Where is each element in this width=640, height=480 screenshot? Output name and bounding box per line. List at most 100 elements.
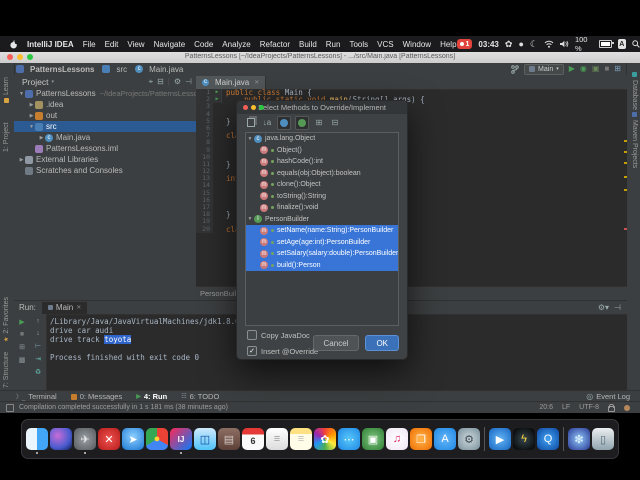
editor-tab-main-java[interactable]: c Main.java ✕ — [196, 76, 267, 89]
menu-run[interactable]: Run — [326, 40, 341, 49]
toolwindow-database[interactable]: Database — [631, 72, 638, 110]
cancel-button[interactable]: Cancel — [312, 335, 360, 351]
minimize-window-button[interactable] — [17, 54, 23, 60]
dock-icon-notes[interactable]: ≡ — [290, 428, 312, 450]
stop-process-button[interactable]: ■ — [20, 331, 24, 338]
collapse-all-icon[interactable]: ⊟ — [157, 77, 164, 86]
method-item[interactable]: m finalize():void — [246, 202, 398, 214]
method-item[interactable]: m setSalary(salary:double):PersonBuilder — [246, 248, 398, 260]
method-item[interactable]: m build():Person — [246, 259, 398, 271]
dock-icon-launchpad[interactable]: ✈ — [74, 428, 96, 454]
line-ending-indicator[interactable]: LF — [562, 404, 570, 411]
menu-window[interactable]: Window — [403, 40, 431, 49]
dialog-minimize-button[interactable] — [251, 105, 256, 110]
close-window-button[interactable] — [7, 54, 13, 60]
method-item[interactable]: m toString():String — [246, 191, 398, 203]
tree-item-patternslessons[interactable]: ▼ PatternsLessons ~/IdeaProjects/PatternsL… — [14, 88, 196, 99]
readonly-lock-icon[interactable] — [608, 403, 615, 412]
settings-gear-icon[interactable]: ⚙ — [174, 77, 181, 86]
menu-analyze[interactable]: Analyze — [222, 40, 250, 49]
run-settings-gear-icon[interactable]: ⚙▾ — [598, 303, 609, 312]
dock-icon-zoom-app[interactable]: ▶ — [489, 428, 511, 450]
input-source-indicator[interactable]: A — [617, 39, 626, 49]
keyboard-brightness-icon[interactable]: ✿ — [505, 39, 513, 49]
menu-vcs[interactable]: VCS — [377, 40, 393, 49]
hide-run-panel-icon[interactable]: ⊣ — [614, 303, 621, 312]
methods-tree[interactable]: ▼ c java.lang.Object m Object() m hashCode():i… — [245, 132, 399, 326]
show-classes-toggle[interactable] — [277, 115, 291, 130]
dock-icon-system-preferences[interactable]: ⚙ — [458, 428, 480, 450]
toolwindow-toggle-icon[interactable] — [6, 403, 14, 412]
menu-view[interactable]: View — [127, 40, 144, 49]
dock-icon-red-app[interactable]: ✕ — [98, 428, 120, 450]
encoding-indicator[interactable]: UTF-8 — [579, 404, 599, 411]
battery-icon[interactable] — [598, 40, 614, 48]
toolwindow-learn[interactable]: Learn — [3, 77, 10, 103]
toolwindow-button-messages[interactable]: 0: Messages — [70, 392, 122, 401]
dock-icon-messages[interactable]: ⋯ — [338, 428, 360, 450]
dock-icon-safari[interactable]: ➤ — [122, 428, 144, 450]
toolwindow-project[interactable]: 1: Project — [3, 122, 10, 152]
method-item[interactable]: m setName(name:String):PersonBuilder — [246, 225, 398, 237]
ok-button[interactable]: OK — [365, 335, 399, 351]
show-interfaces-toggle[interactable] — [295, 115, 309, 130]
dock-icon-contacts[interactable]: ▤ — [218, 428, 240, 450]
volume-icon[interactable] — [559, 40, 569, 48]
dock-icon-siri[interactable] — [50, 428, 72, 450]
apple-menu-icon[interactable] — [10, 39, 18, 49]
method-item[interactable]: m setAge(age:int):PersonBuilder — [246, 236, 398, 248]
event-log-button[interactable]: ◎ Event Log — [586, 392, 640, 401]
toolwindow-favorites[interactable]: ★ 2: Favorites — [3, 297, 10, 342]
down-stack-trace-icon[interactable]: ↓ — [36, 330, 40, 337]
up-stack-trace-icon[interactable]: ↑ — [36, 318, 40, 325]
pin-tab-icon[interactable]: ▩ — [19, 356, 26, 364]
insert-override-checkbox[interactable]: ✓ Insert @Override — [247, 346, 318, 356]
coverage-button[interactable]: ▣ — [592, 65, 600, 73]
tree-item-scratches-and-consoles[interactable]: Scratches and Consoles — [14, 165, 196, 176]
tool-windows-icon[interactable]: ⊞ — [614, 65, 621, 73]
sort-alphabetically-icon[interactable]: ↓a — [261, 117, 273, 129]
toolwindow-button-todo[interactable]: ☷ 6: TODO — [181, 392, 219, 401]
dock-icon-calendar[interactable]: 6 — [242, 428, 264, 450]
restore-layout-icon[interactable]: ⊞ — [19, 343, 25, 351]
shazam-icon[interactable]: ● — [518, 39, 523, 49]
status-message[interactable]: Compilation completed successfully in 1 … — [19, 404, 228, 411]
run-tab-main[interactable]: Main ✕ — [41, 301, 88, 314]
caret-position[interactable]: 20:6 — [539, 404, 553, 411]
menu-help[interactable]: Help — [440, 40, 456, 49]
tree-item-patternslessons-iml[interactable]: PatternsLessons.iml — [14, 143, 196, 154]
warning-mark[interactable] — [624, 162, 627, 164]
dock-icon-app-store[interactable]: A — [434, 428, 456, 450]
method-group-personbuilder[interactable]: ▼ I PersonBuilder — [246, 214, 398, 226]
run-button[interactable]: ▶ — [569, 65, 575, 73]
project-view-selector[interactable]: Project ▾ — [22, 77, 54, 87]
scroll-to-end-icon[interactable]: ⇥ — [35, 355, 41, 363]
menu-code[interactable]: Code — [194, 40, 213, 49]
tree-item-out[interactable]: ▶ out — [14, 110, 196, 121]
menu-tools[interactable]: Tools — [349, 40, 368, 49]
dialog-zoom-button[interactable] — [259, 105, 264, 110]
dock-icon-textedit[interactable]: ≡ — [266, 428, 288, 450]
expand-all-icon[interactable]: ⊞ — [313, 117, 325, 129]
copy-javadoc-checkbox[interactable]: Copy JavaDoc — [247, 330, 310, 340]
run-configuration-select[interactable]: Main ▾ — [524, 63, 564, 75]
vcs-branch-icon[interactable] — [511, 64, 519, 74]
menu-file[interactable]: File — [83, 40, 96, 49]
dock-icon-itunes[interactable]: ♫ — [386, 428, 408, 450]
method-group-java-lang-object[interactable]: ▼ c java.lang.Object — [246, 133, 398, 145]
error-mark[interactable] — [624, 228, 627, 230]
rerun-button[interactable]: ▶ — [19, 318, 24, 326]
breadcrumb-file[interactable]: c Main.java — [135, 65, 183, 74]
dialog-titlebar[interactable]: Select Methods to Override/Implement — [237, 101, 407, 114]
warning-mark[interactable] — [624, 176, 627, 178]
dock-icon-quicktime[interactable]: Q — [537, 428, 559, 450]
method-item[interactable]: m hashCode():int — [246, 156, 398, 168]
do-not-disturb-icon[interactable]: ☾ — [530, 39, 538, 49]
tree-item-external-libraries[interactable]: ▶ External Libraries — [14, 154, 196, 165]
soft-wrap-icon[interactable]: ⊢ — [35, 342, 41, 350]
warning-mark[interactable] — [624, 151, 627, 153]
dock-icon-finder[interactable] — [26, 428, 48, 454]
menu-intellij-idea[interactable]: IntelliJ IDEA — [27, 40, 74, 49]
breadcrumb-project[interactable]: PatternsLessons — [16, 65, 94, 74]
collapse-all-icon[interactable]: ⊟ — [329, 117, 341, 129]
